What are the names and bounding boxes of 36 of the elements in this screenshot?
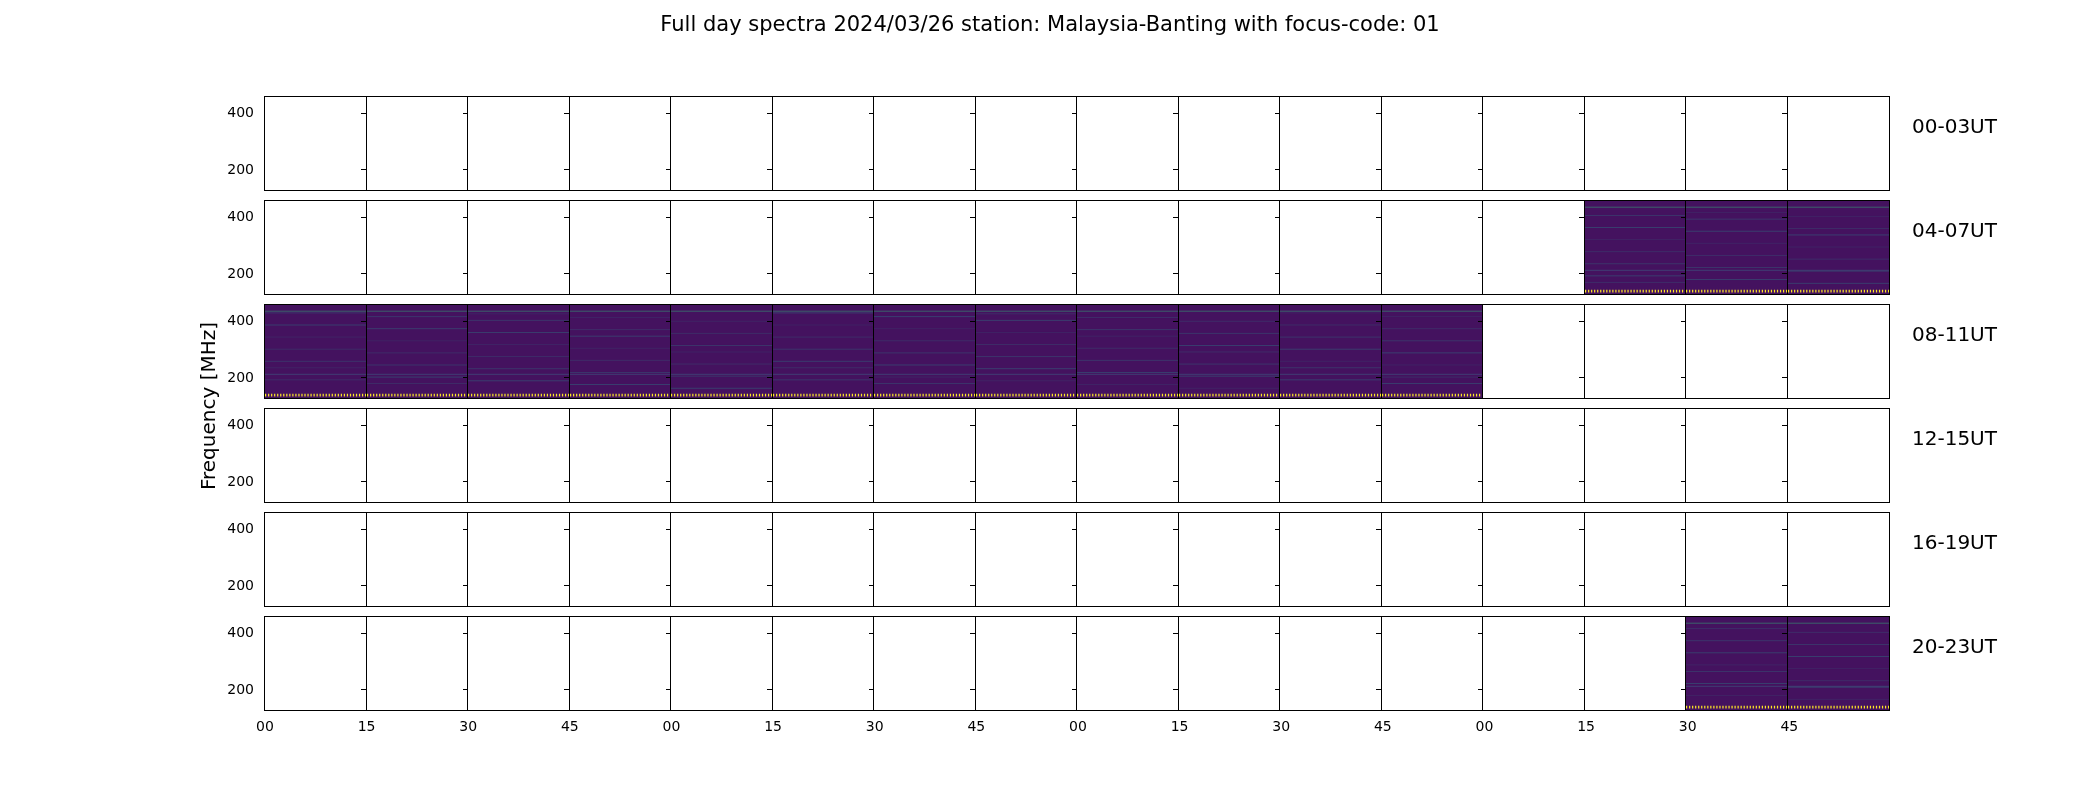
tick-label: 00 [662,718,681,734]
tick-label: 200 [227,369,254,386]
tick-label: 45 [1373,718,1392,734]
tick-label: 200 [227,681,254,698]
row-label: 08-11UT [1911,321,1997,348]
tick-label: 00 [1069,718,1087,734]
tick-label: 45 [560,718,579,734]
row-label: 04-07UT [1911,217,1997,244]
tick-label: 200 [227,577,254,594]
tick-label: 200 [227,473,254,490]
figure-title: Full day spectra 2024/03/26 station: Malaysia-Banting with focus-code: 01 [659,11,1441,38]
tick-label: 400 [227,312,254,329]
tick-label: 45 [1780,718,1799,734]
tick-label: 00 [256,718,274,734]
tick-label: 15 [357,718,376,734]
tick-label: 30 [1272,718,1291,734]
tick-label: 15 [1170,718,1189,734]
tick-label: 400 [227,416,254,433]
tick-label: 400 [227,520,254,537]
row-label: 00-03UT [1911,113,1997,140]
tick-label: 200 [227,161,254,178]
tick-label: 15 [764,718,783,734]
tick-label: 400 [227,104,254,121]
row-label: 20-23UT [1911,633,1997,660]
tick-label: 30 [459,718,478,734]
axis-label: Frequency [MHz] [196,321,220,491]
tick-label: 30 [1678,718,1697,734]
tick-label: 30 [865,718,884,734]
tick-label: 00 [1475,718,1494,734]
tick-label: 200 [227,265,254,282]
row-label: 12-15UT [1911,425,1997,452]
tick-label: 400 [227,624,254,641]
tick-label: 400 [227,208,254,225]
tick-label: 15 [1577,718,1596,734]
row-label: 16-19UT [1911,529,1997,556]
tick-label: 45 [967,718,986,734]
